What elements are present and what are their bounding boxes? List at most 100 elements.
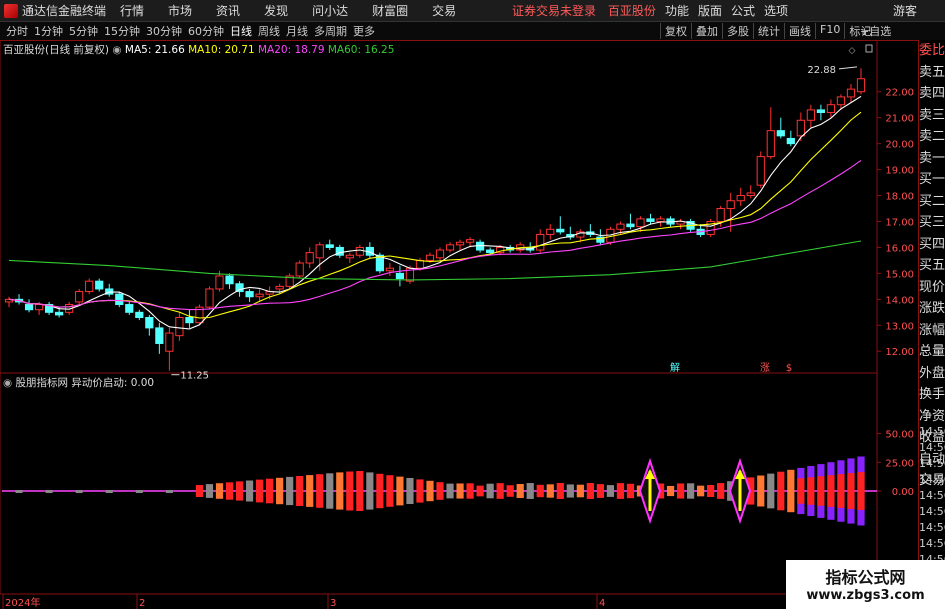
indicator-bar-inner: [827, 475, 835, 507]
indicator-bar: [436, 482, 444, 500]
indicator-bar: [396, 476, 404, 506]
period-weekly[interactable]: 周线: [258, 23, 280, 39]
menu-item-quotes[interactable]: 行情: [120, 2, 144, 19]
candle: [455, 241, 465, 246]
price-tick-label: 15.00: [885, 269, 914, 280]
menu-formula[interactable]: 公式: [731, 2, 755, 19]
indicator-bar: [606, 485, 615, 497]
diamond-toggle-icon: ◇: [849, 46, 856, 56]
candle: [616, 223, 625, 230]
tool-draw[interactable]: 画线: [784, 23, 815, 39]
candle: [656, 218, 665, 222]
menu-options[interactable]: 选项: [764, 2, 788, 19]
low-price-label: 11.25: [180, 371, 209, 382]
kline-chart[interactable]: 22.0021.0020.0019.0018.0017.0016.0015.00…: [0, 40, 918, 609]
side-item: 外盘: [919, 365, 945, 381]
indicator-bar-inner: [847, 473, 855, 509]
candle: [846, 88, 856, 98]
candle: [756, 156, 765, 186]
watermark-title: 指标公式网: [825, 568, 906, 587]
indicator-bar: [686, 483, 695, 499]
candle: [806, 109, 815, 121]
side-item: 卖三: [919, 107, 945, 123]
candle: [55, 311, 64, 316]
indicator-bar: [406, 478, 414, 504]
legend-toggle-icon[interactable]: ◉: [112, 44, 121, 56]
indicator-bar: [376, 473, 384, 509]
side-item: 现价: [919, 279, 945, 295]
period-15min[interactable]: 15分钟: [104, 23, 140, 39]
candle: [796, 119, 805, 137]
ma10-line: [8, 111, 862, 319]
period-intraday[interactable]: 分时: [6, 23, 28, 39]
candle: [746, 192, 755, 197]
indicator-bar: [546, 484, 554, 498]
candle: [235, 283, 244, 293]
candle: [275, 285, 284, 290]
tool-f10[interactable]: F10: [815, 23, 844, 39]
tool-multi-stock[interactable]: 多股: [722, 23, 753, 39]
tool-adjust[interactable]: 复权: [660, 23, 691, 39]
side-item: 涨幅: [919, 322, 945, 338]
menu-function[interactable]: 功能: [665, 2, 689, 19]
indicator-bar: [767, 473, 775, 509]
indicator-bar: [666, 485, 675, 497]
period-toolbar: 分时 1分钟 5分钟 15分钟 30分钟 60分钟 日线 周线 月线 多周期 更…: [0, 22, 945, 41]
period-monthly[interactable]: 月线: [286, 23, 308, 39]
indicator-bar: [286, 476, 294, 506]
price-tick-label: 18.00: [885, 192, 914, 203]
candle: [225, 275, 234, 285]
candle: [776, 130, 785, 137]
candle: [445, 244, 455, 251]
candle: [315, 244, 324, 259]
menu-item-wealth[interactable]: 财富圈: [372, 2, 408, 19]
indicator-bar: [276, 477, 284, 505]
period-60min[interactable]: 60分钟: [188, 23, 224, 39]
date-tick-label: 2024年: [5, 596, 40, 609]
event-dollar-icon: $: [786, 363, 792, 374]
period-more[interactable]: 更多: [353, 23, 375, 39]
tool-stats[interactable]: 统计: [753, 23, 784, 39]
candle: [155, 327, 164, 344]
period-30min[interactable]: 30分钟: [146, 23, 182, 39]
price-tick-label: 16.00: [885, 243, 914, 254]
guest-button[interactable]: 游客: [893, 2, 917, 19]
candle: [305, 252, 314, 264]
period-multi[interactable]: 多周期: [314, 23, 347, 39]
indicator-bar: [506, 485, 514, 497]
indicator-bar-inner: [797, 478, 805, 504]
stock-name: 百亚股份: [607, 4, 656, 18]
menu-item-discover[interactable]: 发现: [264, 2, 288, 19]
menu-item-trade[interactable]: 交易: [432, 2, 456, 19]
candle: [626, 223, 635, 228]
menu-item-market[interactable]: 市场: [168, 2, 192, 19]
indicator-bar: [536, 484, 544, 498]
indicator-toggle-icon[interactable]: ◉: [3, 377, 12, 389]
candle: [215, 275, 224, 290]
trade-time: 14:56: [919, 425, 945, 438]
menu-item-news[interactable]: 资讯: [216, 2, 240, 19]
candle: [95, 280, 104, 290]
indicator-bar: [496, 483, 504, 499]
add-favorite-button[interactable]: +自选: [860, 23, 891, 39]
period-1min[interactable]: 1分钟: [34, 23, 63, 39]
menu-right: 功能 版面 公式 选项: [665, 2, 797, 19]
main-legend: 百亚股份(日线 前复权) ◉ MA5: 21.66 MA10: 20.71 MA…: [3, 42, 394, 57]
period-daily[interactable]: 日线: [230, 23, 252, 39]
menu-bar: 通达信金融终端 行情 市场 资讯 发现 问小达 财富圈 交易 证券交易未登录 百…: [0, 0, 945, 22]
indicator-bar: [75, 490, 83, 493]
menu-item-ask[interactable]: 问小达: [312, 2, 348, 19]
login-status[interactable]: 证券交易未登录: [512, 4, 596, 18]
indicator-bar: [266, 478, 274, 504]
legend-ma5: MA5: 21.66: [124, 44, 185, 56]
candle: [255, 293, 264, 298]
legend-ma20: MA20: 18.79: [257, 44, 325, 56]
candle: [425, 254, 435, 261]
tool-overlay[interactable]: 叠加: [691, 23, 722, 39]
candle: [435, 249, 445, 259]
period-5min[interactable]: 5分钟: [69, 23, 98, 39]
indicator-bar: [386, 475, 394, 507]
high-price-label: 22.88: [807, 65, 836, 76]
indicator-tick-label: 50.00: [885, 430, 914, 441]
menu-layout[interactable]: 版面: [698, 2, 722, 19]
